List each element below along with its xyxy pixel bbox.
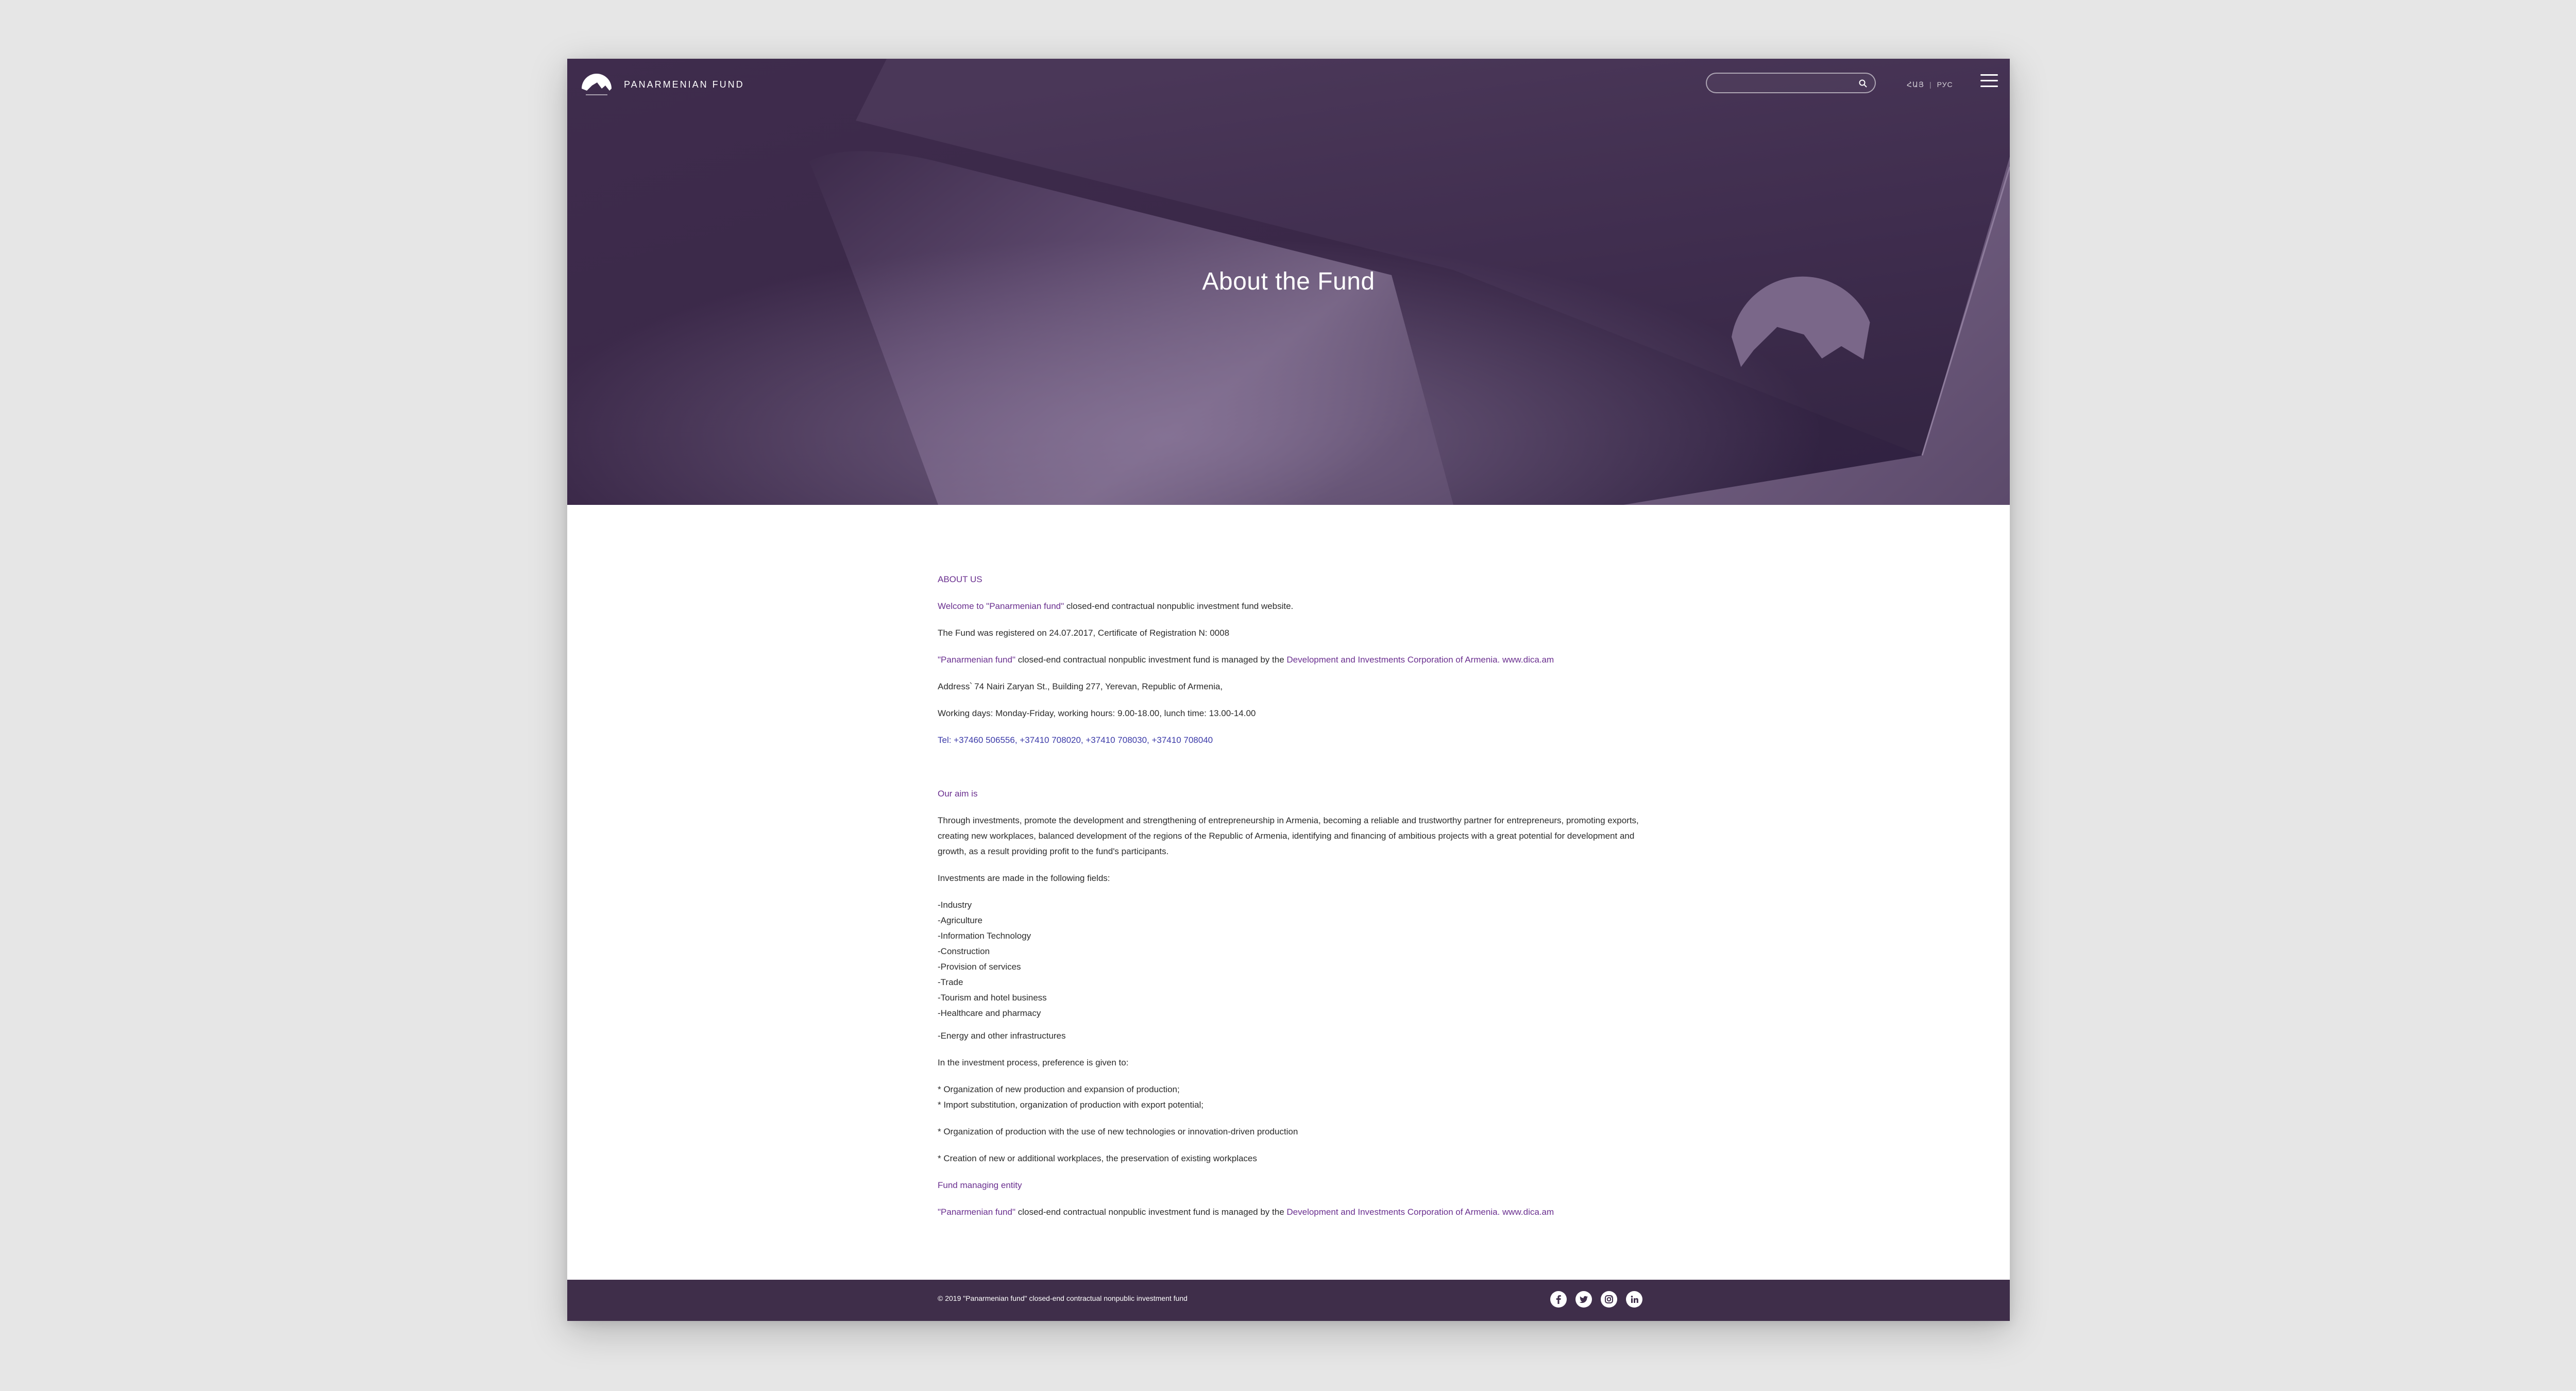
lang-hy[interactable]: ՀԱՅ xyxy=(1907,80,1924,89)
linkedin-icon[interactable] xyxy=(1626,1291,1642,1308)
preference-item: * Creation of new or additional workplac… xyxy=(938,1153,1257,1163)
fund-name-link[interactable]: "Panarmenian fund" xyxy=(938,1207,1015,1217)
fund-name-link[interactable]: "Panarmenian fund" xyxy=(938,655,1015,665)
twitter-icon[interactable] xyxy=(1575,1291,1592,1308)
search-icon[interactable] xyxy=(1858,79,1868,88)
fields-intro: Investments are made in the following fi… xyxy=(938,873,1110,883)
brand[interactable]: PANARMENIAN FUND xyxy=(580,70,744,99)
list-item: -Healthcare and pharmacy xyxy=(938,1008,1041,1018)
facebook-icon[interactable] xyxy=(1550,1291,1567,1308)
hero-banner: PANARMENIAN FUND ՀԱՅ | РУС About the Fun… xyxy=(567,59,2010,505)
registration-text: The Fund was registered on 24.07.2017, C… xyxy=(938,628,1230,638)
copyright-text: © 2019 "Panarmenian fund" closed-end con… xyxy=(938,1294,1188,1302)
list-item: -Information Technology xyxy=(938,931,1031,941)
phone-links[interactable]: Tel: +37460 506556, +37410 708020, +3741… xyxy=(938,733,1649,748)
footer: © 2019 "Panarmenian fund" closed-end con… xyxy=(567,1280,2010,1321)
brand-logo-icon xyxy=(582,74,612,95)
fields-list: -Industry -Agriculture -Information Tech… xyxy=(938,897,1649,1021)
list-item: -Industry xyxy=(938,900,972,910)
welcome-text: Welcome to "Panarmenian fund" closed-end… xyxy=(938,599,1649,614)
dica-link[interactable]: Development and Investments Corporation … xyxy=(1286,655,1554,665)
about-us-heading: ABOUT US xyxy=(938,574,982,584)
instagram-icon[interactable] xyxy=(1601,1291,1617,1308)
address-text: Address՝ 74 Nairi Zaryan St., Building 2… xyxy=(938,682,1223,691)
preference-intro: In the investment process, preference is… xyxy=(938,1058,1129,1067)
top-navigation-bar: PANARMENIAN FUND ՀԱՅ | РУС xyxy=(567,59,2010,108)
aim-text: Through investments, promote the develop… xyxy=(938,816,1639,856)
lang-ru[interactable]: РУС xyxy=(1937,80,1953,89)
page-title: About the Fund xyxy=(1202,268,1375,295)
search-input[interactable] xyxy=(1716,77,1852,90)
page: PANARMENIAN FUND ՀԱՅ | РУС About the Fun… xyxy=(567,59,2010,1321)
energy-field: -Energy and other infrastructures xyxy=(938,1031,1066,1041)
preference-item: * Organization of new production and exp… xyxy=(938,1084,1180,1094)
welcome-link[interactable]: Welcome to "Panarmenian fund" xyxy=(938,601,1064,611)
brand-name: PANARMENIAN FUND xyxy=(624,79,744,90)
welcome-rest: closed-end contractual nonpublic investm… xyxy=(1064,601,1294,611)
working-hours-text: Working days: Monday-Friday, working hou… xyxy=(938,708,1256,718)
lang-separator: | xyxy=(1929,80,1932,89)
language-switcher: ՀԱՅ | РУС xyxy=(1907,78,1953,91)
social-links xyxy=(1550,1291,1651,1308)
list-item: -Provision of services xyxy=(938,962,1021,972)
managing-entity-heading: Fund managing entity xyxy=(938,1180,1022,1190)
preference-item: * Organization of production with the us… xyxy=(938,1127,1298,1136)
managing-entity-text: "Panarmenian fund" closed-end contractua… xyxy=(938,1205,1649,1220)
list-item: -Agriculture xyxy=(938,915,982,925)
preference-item: * Import substitution, organization of p… xyxy=(938,1100,1204,1110)
managed-by-mid: closed-end contractual nonpublic investm… xyxy=(1015,655,1287,665)
list-item: -Trade xyxy=(938,977,963,987)
dica-link[interactable]: Development and Investments Corporation … xyxy=(1286,1207,1554,1217)
managed-by-text: "Panarmenian fund" closed-end contractua… xyxy=(938,652,1649,668)
hamburger-menu-icon[interactable] xyxy=(1980,74,1998,90)
managing-mid: closed-end contractual nonpublic investm… xyxy=(1015,1207,1287,1217)
aim-heading: Our aim is xyxy=(938,789,978,799)
main-content: ABOUT US Welcome to "Panarmenian fund" c… xyxy=(938,572,1649,1220)
list-item: -Construction xyxy=(938,946,990,956)
search-box[interactable] xyxy=(1706,73,1876,93)
list-item: -Tourism and hotel business xyxy=(938,993,1047,1003)
